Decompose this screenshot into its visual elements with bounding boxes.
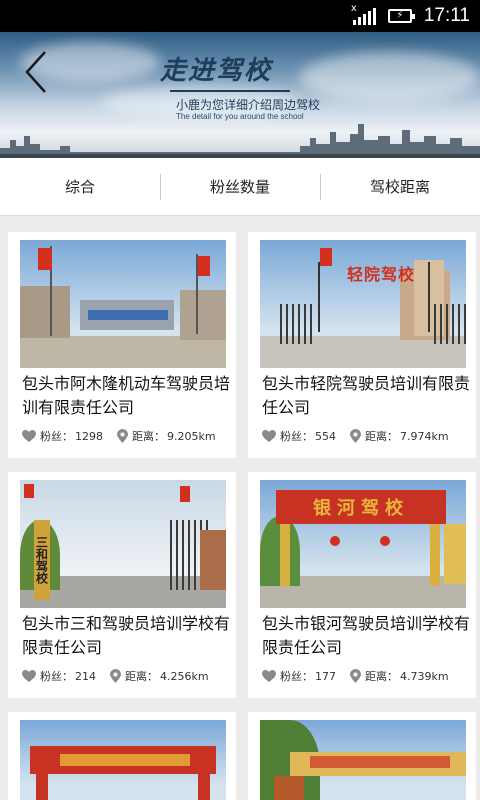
status-bar: x ⚡ 17:11: [0, 0, 480, 32]
school-card[interactable]: [248, 712, 476, 800]
school-photo: 轻院驾校: [260, 240, 466, 368]
distance-label: 距离：: [365, 670, 398, 683]
school-photo: [260, 720, 466, 800]
location-pin-icon: [117, 429, 128, 443]
signal-icon: x: [351, 3, 376, 25]
school-meta: 粉丝： 1298 距离： 9.205km: [22, 428, 216, 444]
city-skyline-image: [0, 124, 480, 158]
fans-count: 214: [75, 669, 96, 683]
fans-label: 粉丝：: [280, 430, 313, 443]
distance-label: 距离：: [132, 430, 165, 443]
tab-comprehensive[interactable]: 综合: [0, 158, 160, 216]
distance-label: 距离：: [365, 430, 398, 443]
school-photo: [20, 240, 226, 368]
school-card[interactable]: 轻院驾校 包头市轻院驾驶员培训有限责任公司 粉丝： 554 距离： 7.974k…: [248, 232, 476, 458]
school-photo: 三和驾校: [20, 480, 226, 608]
distance-value: 7.974km: [400, 429, 449, 443]
chevron-left-icon: [25, 51, 46, 93]
school-sign: 轻院驾校: [346, 265, 415, 284]
school-name: 包头市轻院驾驶员培训有限责任公司: [262, 374, 471, 417]
distance-label: 距离：: [125, 670, 158, 683]
school-card[interactable]: [8, 712, 236, 800]
school-name: 包头市三和驾驶员培训学校有限责任公司: [22, 614, 231, 657]
location-pin-icon: [350, 429, 361, 443]
distance-value: 4.739km: [400, 669, 449, 683]
school-card[interactable]: 三和驾校 包头市三和驾驶员培训学校有限责任公司 粉丝： 214 距离： 4.25…: [8, 472, 236, 698]
school-name: 包头市银河驾驶员培训学校有限责任公司: [262, 614, 471, 657]
school-card[interactable]: 银河驾校 包头市银河驾驶员培训学校有限责任公司 粉丝： 177 距离： 4.73…: [248, 472, 476, 698]
header-banner: 走进驾校 小鹿为您详细介绍周边驾校 The detail for you aro…: [0, 32, 480, 158]
fans-count: 177: [315, 669, 336, 683]
back-button[interactable]: [16, 44, 56, 100]
school-meta: 粉丝： 177 距离： 4.739km: [262, 668, 449, 684]
fans-count: 1298: [75, 429, 103, 443]
page-subtitle: 小鹿为您详细介绍周边驾校: [176, 98, 321, 112]
school-photo: [20, 720, 226, 800]
distance-value: 4.256km: [160, 669, 209, 683]
school-photo: 银河驾校: [260, 480, 466, 608]
school-card[interactable]: 包头市阿木隆机动车驾驶员培训有限责任公司 粉丝： 1298 距离： 9.205k…: [8, 232, 236, 458]
battery-icon: ⚡: [387, 9, 415, 23]
status-time: 17:11: [423, 5, 470, 26]
heart-icon: [262, 669, 276, 682]
school-sign: 三和驾校: [34, 520, 50, 600]
fans-label: 粉丝：: [280, 670, 313, 683]
school-meta: 粉丝： 214 距离： 4.256km: [22, 668, 209, 684]
tab-fans-count[interactable]: 粉丝数量: [160, 158, 320, 216]
title-underline: [170, 90, 290, 92]
location-pin-icon: [350, 669, 361, 683]
fans-label: 粉丝：: [40, 430, 73, 443]
fans-count: 554: [315, 429, 336, 443]
sort-tabs: 综合 粉丝数量 驾校距离: [0, 158, 480, 216]
distance-value: 9.205km: [167, 429, 216, 443]
location-pin-icon: [110, 669, 121, 683]
page-title: 走进驾校: [160, 56, 273, 86]
school-meta: 粉丝： 554 距离： 7.974km: [262, 428, 449, 444]
school-name: 包头市阿木隆机动车驾驶员培训有限责任公司: [22, 374, 231, 417]
fans-label: 粉丝：: [40, 670, 73, 683]
heart-icon: [22, 429, 36, 442]
school-sign: 银河驾校: [276, 490, 446, 524]
tab-distance[interactable]: 驾校距离: [320, 158, 480, 216]
heart-icon: [262, 429, 276, 442]
heart-icon: [22, 669, 36, 682]
